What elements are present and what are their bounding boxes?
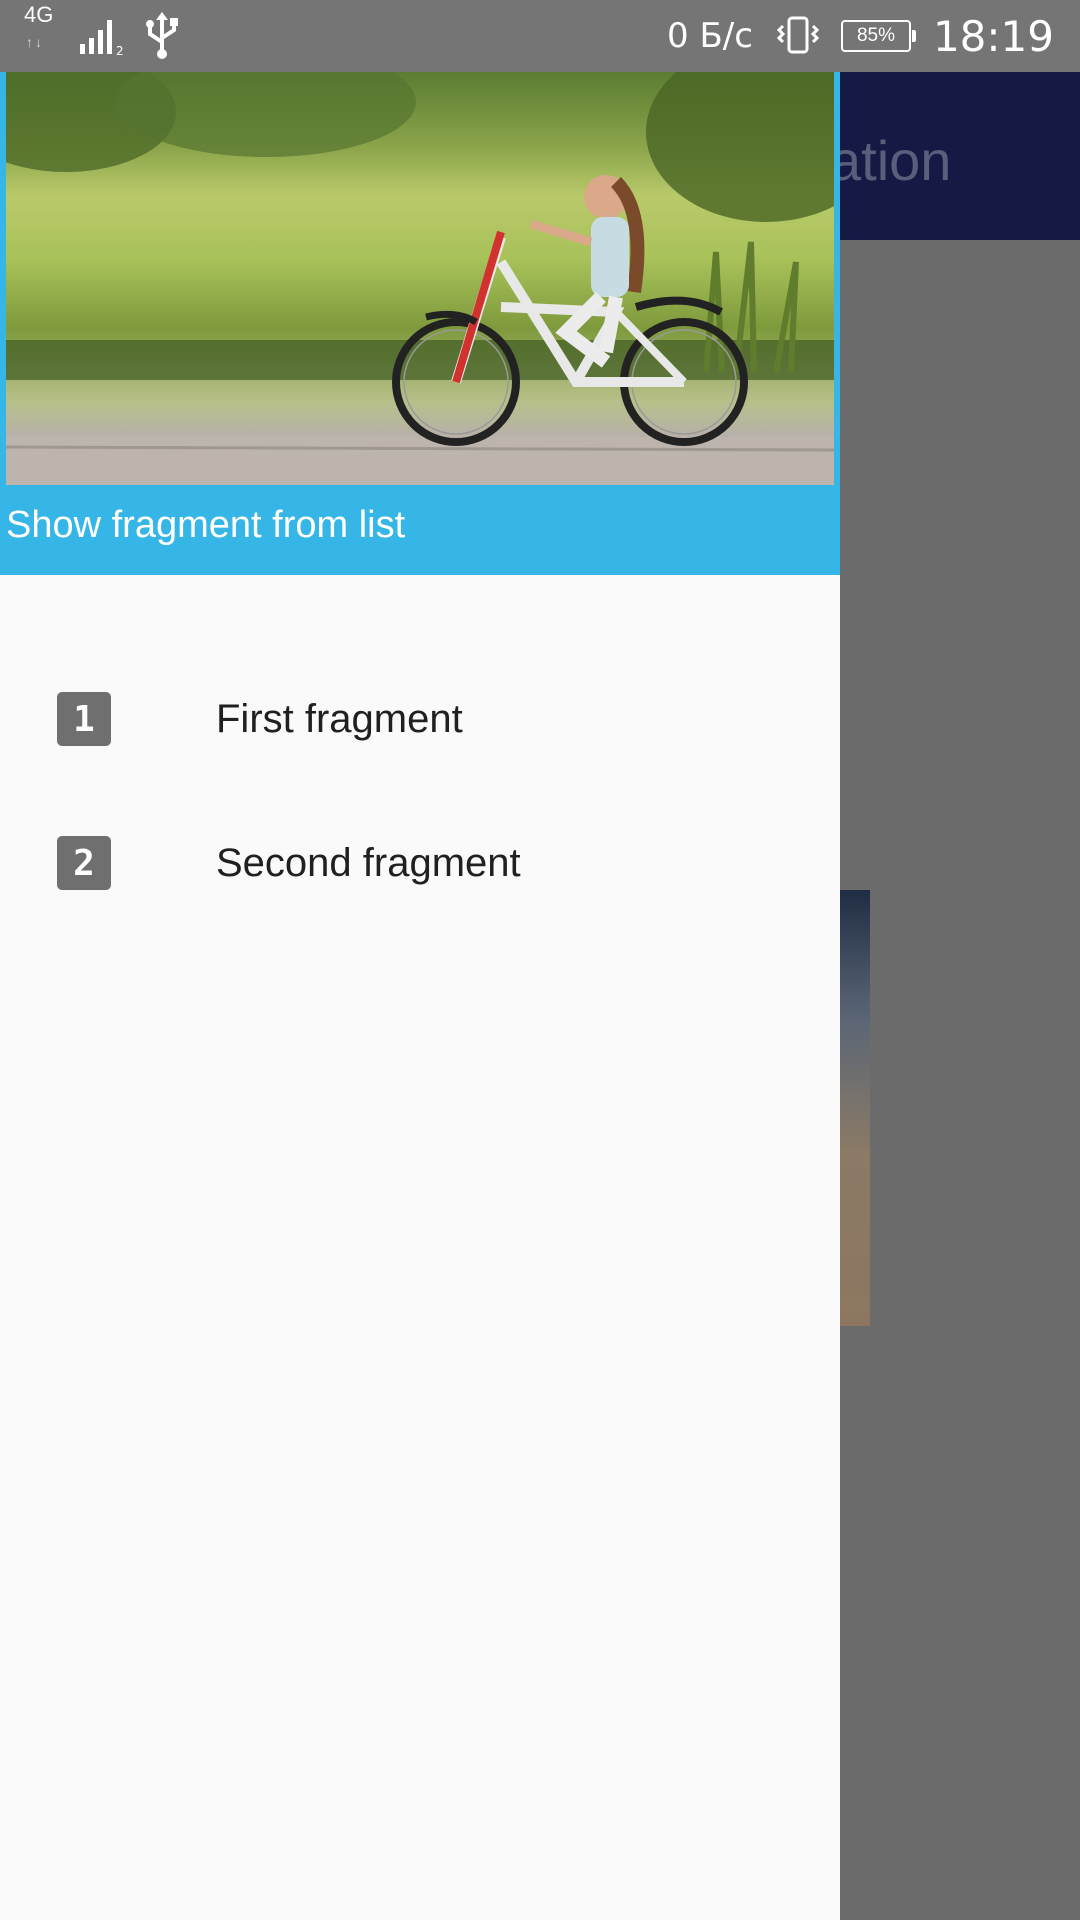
network-speed: 0 Б/с (667, 16, 753, 56)
status-bar: 4G ↑↓ 2 0 Б/с 85% 18:19 (0, 0, 1080, 72)
vibrate-icon (776, 16, 819, 54)
number-1-icon: 1 (57, 692, 111, 746)
menu-item-label: First fragment (216, 696, 463, 741)
girl-riding-bicycle-photo (6, 72, 834, 485)
battery-icon: 85% (840, 20, 916, 52)
navigation-drawer[interactable]: Show fragment from list 1 First fragment… (0, 72, 840, 1920)
signal-sim-label: 2 (116, 44, 124, 56)
drawer-header-title: Show fragment from list (6, 504, 406, 546)
menu-item-label: Second fragment (216, 840, 521, 885)
number-2-icon: 2 (57, 836, 111, 890)
battery-level: 85% (856, 25, 895, 46)
status-bar-left: 4G ↑↓ 2 (24, 4, 182, 62)
network-4g-icon: 4G ↑↓ (24, 4, 64, 62)
network-type-label: 4G (24, 2, 54, 27)
menu-item-second-fragment[interactable]: 2 Second fragment (0, 791, 840, 935)
background-image (840, 890, 870, 1326)
drawer-header: Show fragment from list (0, 72, 840, 575)
menu-item-first-fragment[interactable]: 1 First fragment (0, 647, 840, 791)
status-bar-right: 0 Б/с 85% 18:19 (667, 0, 1054, 72)
network-activity-arrows: ↑↓ (26, 34, 44, 50)
bicycle-illustration (6, 72, 834, 485)
signal-icon: 2 (80, 20, 124, 56)
clock: 18:19 (932, 11, 1054, 61)
drawer-menu: 1 First fragment 2 Second fragment (0, 647, 840, 935)
app-toolbar-title: ation (840, 129, 952, 192)
app-toolbar-background: ation (840, 72, 1080, 240)
usb-icon (146, 12, 178, 59)
